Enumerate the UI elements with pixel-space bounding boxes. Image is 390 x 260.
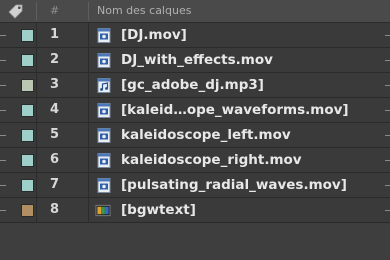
label-color-swatch[interactable] [21,54,34,67]
row-left-marker [0,35,6,36]
column-separator [36,23,37,48]
layer-row[interactable]: 3 [gc_adobe_dj.mp3] [0,73,390,98]
layer-number: 4 [50,102,60,117]
row-left-marker [0,110,6,111]
row-right-marker [385,160,390,161]
column-separator [36,48,37,73]
row-left-marker [0,185,6,186]
row-left-marker [0,135,6,136]
row-right-marker [385,110,390,111]
layers-header: # Nom des calques [0,0,390,23]
layer-number: 7 [50,177,60,192]
row-left-marker [0,210,6,211]
label-color-swatch[interactable] [21,179,34,192]
audio-file-icon [97,78,111,93]
row-right-marker [385,185,390,186]
video-file-icon [97,153,111,168]
layer-row[interactable]: 5 kaleidoscope_left.mov [0,123,390,148]
layer-name[interactable]: [DJ.mov] [121,27,187,43]
row-left-marker [0,85,6,86]
row-right-marker [385,35,390,36]
video-file-icon [97,103,111,118]
column-separator [88,173,89,198]
video-file-icon [97,128,111,143]
label-color-swatch[interactable] [21,129,34,142]
layer-row[interactable]: 7 [pulsating_radial_waves.mov] [0,173,390,198]
layer-number-header[interactable]: # [50,4,59,17]
column-separator [88,23,89,48]
layer-name[interactable]: [bgwtext] [121,202,196,218]
layer-number: 3 [50,77,60,92]
layer-name[interactable]: [gc_adobe_dj.mp3] [121,77,264,93]
label-color-swatch[interactable] [21,79,34,92]
column-separator [88,98,89,123]
column-separator [88,123,89,148]
layer-name[interactable]: kaleidoscope_right.mov [121,152,302,168]
layer-number: 1 [50,27,60,42]
header-separator [36,2,37,20]
label-color-swatch[interactable] [21,29,34,42]
column-separator [36,98,37,123]
layer-number: 8 [50,202,60,217]
column-separator [88,73,89,98]
row-right-marker [385,85,390,86]
layer-name[interactable]: DJ_with_effects.mov [121,52,273,68]
layer-number: 2 [50,52,60,67]
layer-name-header[interactable]: Nom des calques [97,4,191,17]
layer-number: 6 [50,152,60,167]
row-right-marker [385,135,390,136]
layer-name[interactable]: [pulsating_radial_waves.mov] [121,177,347,193]
layer-row[interactable]: 8 [bgwtext] [0,198,390,223]
label-color-swatch[interactable] [21,104,34,117]
layer-row[interactable]: 4 [kaleid…ope_waveforms.mov] [0,98,390,123]
label-color-swatch[interactable] [21,154,34,167]
video-file-icon [97,178,111,193]
layers-panel: # Nom des calques 1 [DJ.mov] 2 DJ_with_effe… [0,0,390,260]
video-file-icon [97,53,111,68]
label-tag-icon[interactable] [7,3,25,19]
row-left-marker [0,160,6,161]
layer-row[interactable]: 2 DJ_with_effects.mov [0,48,390,73]
empty-layer-area[interactable] [0,223,390,260]
row-left-marker [0,60,6,61]
composition-icon [95,204,111,217]
column-separator [36,173,37,198]
layer-number: 5 [50,127,60,142]
row-right-marker [385,60,390,61]
label-color-swatch[interactable] [21,204,34,217]
layer-name[interactable]: [kaleid…ope_waveforms.mov] [121,102,349,118]
column-separator [36,198,37,223]
layer-name[interactable]: kaleidoscope_left.mov [121,127,291,143]
header-separator [88,2,89,20]
layer-row[interactable]: 1 [DJ.mov] [0,23,390,48]
column-separator [36,73,37,98]
column-separator [36,123,37,148]
column-separator [88,198,89,223]
layer-row[interactable]: 6 kaleidoscope_right.mov [0,148,390,173]
column-separator [88,48,89,73]
column-separator [36,148,37,173]
column-separator [88,148,89,173]
row-right-marker [385,210,390,211]
video-file-icon [97,28,111,43]
